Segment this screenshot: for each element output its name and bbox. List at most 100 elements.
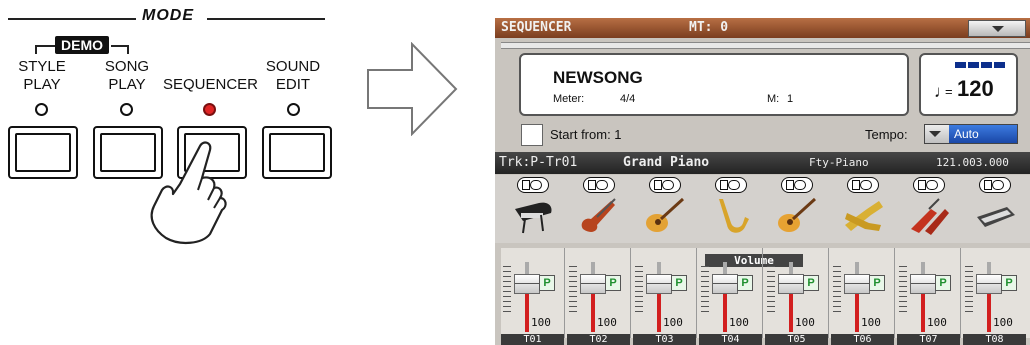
play-button[interactable]: P [605, 275, 621, 291]
track-label[interactable]: T06 [831, 334, 894, 345]
beat-indicator [981, 62, 992, 68]
drums-icon [911, 198, 949, 235]
volume-fader[interactable] [976, 274, 1002, 294]
tempo-label: Tempo: [865, 127, 908, 142]
title-bar: SEQUENCER MT: 0 [495, 18, 1030, 38]
channel-divider [828, 248, 829, 338]
acoustic-guitar-icon [778, 197, 817, 232]
tempo-box[interactable]: ♩ = 120 [919, 53, 1018, 116]
track-slot[interactable] [633, 177, 697, 241]
sequencer-led [203, 103, 216, 116]
track-slot[interactable] [567, 177, 631, 241]
pointing-hand-icon [150, 141, 227, 244]
volume-value: 100 [993, 316, 1013, 329]
track-label[interactable]: T02 [567, 334, 630, 345]
mixer-channel: P 100 T07 [897, 248, 961, 345]
volume-scale [503, 266, 511, 312]
acoustic-guitar-icon [646, 197, 685, 232]
tempo-mode-select[interactable]: Auto [924, 124, 1018, 144]
style-play-label: STYLE PLAY [18, 58, 66, 93]
meter-value: 4/4 [620, 93, 636, 105]
mode-divider-left [8, 18, 136, 20]
sound-edit-button[interactable] [262, 126, 332, 179]
track-slot[interactable] [501, 177, 565, 241]
track-label[interactable]: T03 [633, 334, 696, 345]
right-arrow-icon [367, 42, 458, 136]
song-position: 121.003.000 [936, 156, 1009, 169]
sound-bank: Fty-Piano [809, 156, 869, 169]
play-mute-toggle[interactable] [847, 177, 879, 193]
play-button[interactable]: P [869, 275, 885, 291]
style-play-led [35, 103, 48, 116]
mixer-channel: P 100 T08 [963, 248, 1027, 345]
song-name: NEWSONG [553, 68, 643, 87]
volume-value: 100 [531, 316, 551, 329]
mixer-channel: P 100 T02 [567, 248, 631, 345]
play-mute-toggle[interactable] [517, 177, 549, 193]
mixer-channel: P 100 T06 [831, 248, 895, 345]
mixer-channel: P 100 T01 [501, 248, 565, 345]
mixer-channel: P 100 T04 [699, 248, 763, 345]
play-button[interactable]: P [803, 275, 819, 291]
volume-value: 100 [861, 316, 881, 329]
volume-value: 100 [729, 316, 749, 329]
track-slot[interactable] [963, 177, 1027, 241]
volume-fader[interactable] [910, 274, 936, 294]
tempo-value: 120 [957, 76, 994, 101]
track-slot[interactable] [765, 177, 829, 241]
grand-piano-icon [515, 202, 552, 234]
volume-fader[interactable] [844, 274, 870, 294]
mixer-channel: P 100 T05 [765, 248, 829, 345]
volume-fader[interactable] [514, 274, 540, 294]
channel-divider [564, 248, 565, 338]
volume-fader[interactable] [580, 274, 606, 294]
play-mute-toggle[interactable] [781, 177, 813, 193]
play-mute-toggle[interactable] [715, 177, 747, 193]
channel-divider [960, 248, 961, 338]
demo-bracket-left [35, 45, 55, 47]
mode-title: MODE [142, 7, 194, 24]
channel-divider [630, 248, 631, 338]
volume-value: 100 [795, 316, 815, 329]
song-progress-strip [501, 42, 1030, 49]
track-label[interactable]: T07 [897, 334, 960, 345]
song-info-box[interactable]: NEWSONG Meter: 4/4 M: 1 [519, 53, 909, 116]
mode-divider-right [207, 18, 325, 20]
start-from-checkbox[interactable] [521, 124, 543, 146]
play-mute-toggle[interactable] [979, 177, 1011, 193]
play-button[interactable]: P [1001, 275, 1017, 291]
synth-icon [977, 207, 1015, 227]
measure-label: M: [767, 93, 780, 105]
volume-scale [965, 266, 973, 312]
track-label[interactable]: T05 [765, 334, 828, 345]
page-menu-button[interactable] [968, 20, 1026, 37]
style-play-button[interactable] [8, 126, 78, 179]
track-slot[interactable] [831, 177, 895, 241]
sequencer-label: SEQUENCER [163, 76, 259, 93]
volume-scale [635, 266, 643, 312]
track-label[interactable]: T01 [501, 334, 564, 345]
volume-value: 100 [663, 316, 683, 329]
channel-divider [762, 248, 763, 338]
volume-fader[interactable] [646, 274, 672, 294]
volume-value: 100 [927, 316, 947, 329]
play-button[interactable]: P [737, 275, 753, 291]
volume-fader[interactable] [712, 274, 738, 294]
song-play-label: SONG PLAY [104, 58, 150, 93]
play-mute-toggle[interactable] [649, 177, 681, 193]
track-slot[interactable] [699, 177, 763, 241]
meter-label: Meter: [553, 93, 585, 105]
track-slot[interactable] [897, 177, 961, 241]
track-label[interactable]: T08 [963, 334, 1026, 345]
saxophone-icon [719, 199, 749, 233]
volume-fader[interactable] [778, 274, 804, 294]
play-mute-toggle[interactable] [913, 177, 945, 193]
play-mute-toggle[interactable] [583, 177, 615, 193]
channel-divider [894, 248, 895, 338]
tempo-mode-value: Auto [949, 125, 1017, 143]
play-button[interactable]: P [935, 275, 951, 291]
track-label[interactable]: T04 [699, 334, 762, 345]
channel-divider [696, 248, 697, 338]
play-button[interactable]: P [539, 275, 555, 291]
play-button[interactable]: P [671, 275, 687, 291]
